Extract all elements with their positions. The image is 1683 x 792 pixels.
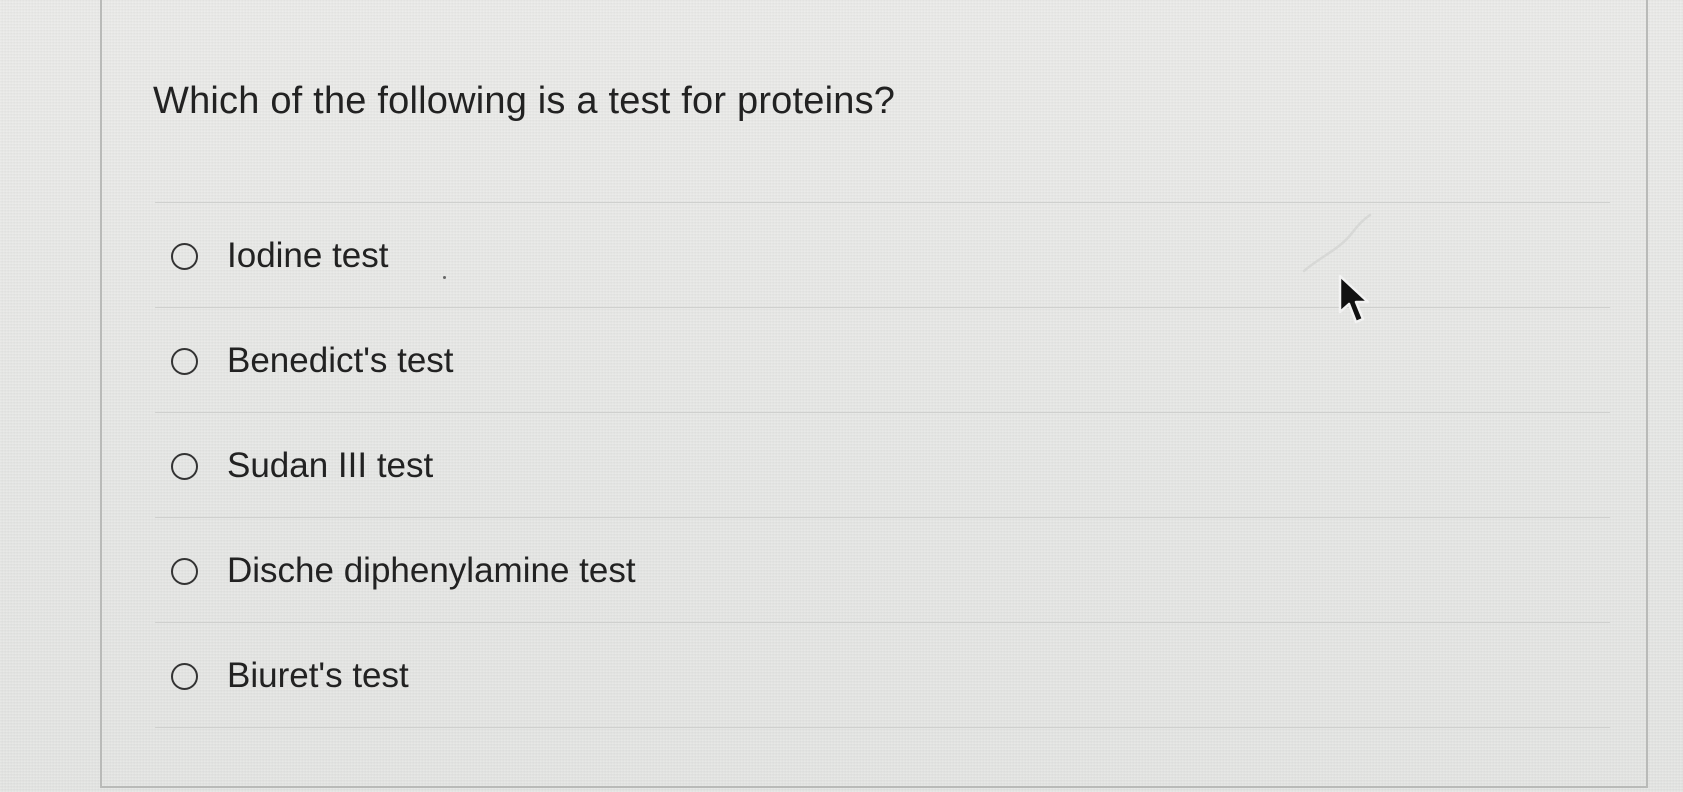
option-iodine-test[interactable]: Iodine test <box>155 203 1610 308</box>
option-benedicts-test[interactable]: Benedict's test <box>155 308 1610 413</box>
option-label: Iodine test <box>227 236 389 275</box>
answer-options: Iodine test Benedict's test Sudan III te… <box>155 202 1610 728</box>
option-dische-diphenylamine-test[interactable]: Dische diphenylamine test <box>155 518 1610 623</box>
option-label: Biuret's test <box>227 656 409 695</box>
radio-unselected-icon[interactable] <box>171 558 198 585</box>
stray-dot <box>443 276 446 279</box>
mouse-pointer-icon <box>1338 274 1370 324</box>
radio-unselected-icon[interactable] <box>171 243 198 270</box>
option-biurets-test[interactable]: Biuret's test <box>155 623 1610 728</box>
radio-unselected-icon[interactable] <box>171 663 198 690</box>
option-sudan-iii-test[interactable]: Sudan III test <box>155 413 1610 518</box>
option-label: Sudan III test <box>227 446 434 485</box>
radio-unselected-icon[interactable] <box>171 348 198 375</box>
option-label: Benedict's test <box>227 341 454 380</box>
screen-background: Which of the following is a test for pro… <box>0 0 1683 792</box>
question-text: Which of the following is a test for pro… <box>153 80 896 122</box>
option-label: Dische diphenylamine test <box>227 551 636 590</box>
radio-unselected-icon[interactable] <box>171 453 198 480</box>
pen-mark-decoration <box>1302 213 1372 273</box>
